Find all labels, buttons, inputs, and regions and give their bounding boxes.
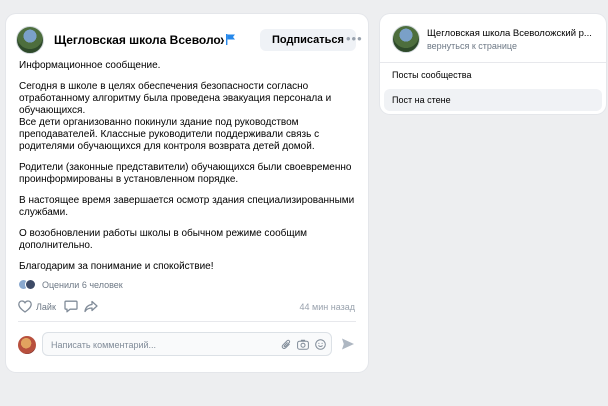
post-paragraph: Все дети организованно покинули здание п… <box>19 117 320 152</box>
post-paragraph: Информационное сообщение. <box>19 60 161 71</box>
sidebar-community-title[interactable]: Щегловская школа Всеволожский р... <box>427 28 593 39</box>
post-paragraph: Родители (законные представители) обучаю… <box>19 162 352 185</box>
post-paragraph: Благодарим за понимание и спокойствие! <box>19 261 214 272</box>
post-text: Информационное сообщение. Сегодня в школ… <box>19 60 359 282</box>
camera-icon[interactable] <box>297 339 309 350</box>
post-card: Щегловская школа Всеволожский рай Подпис… <box>6 14 368 372</box>
share-icon[interactable] <box>84 300 98 313</box>
comment-box[interactable] <box>42 332 332 356</box>
send-icon[interactable] <box>341 337 355 351</box>
post-paragraph: О возобновлении работы школы в обычном р… <box>19 228 308 251</box>
post-actions: Лайк 44 мин назад <box>18 299 356 315</box>
reactor-avatar <box>25 279 36 290</box>
comment-icon[interactable] <box>64 300 78 313</box>
reactions-count[interactable]: Оценили 6 человек <box>42 280 123 290</box>
user-avatar <box>18 336 36 354</box>
subscribe-button[interactable]: Подписаться <box>260 29 356 51</box>
smile-icon[interactable] <box>315 339 326 350</box>
divider <box>18 321 356 322</box>
divider <box>380 62 606 63</box>
sidebar-item-label: Посты сообщества <box>392 70 472 80</box>
clip-icon[interactable] <box>281 339 292 350</box>
post-author[interactable]: Щегловская школа Всеволожский рай <box>54 33 224 47</box>
sidebar-item-wall-post[interactable]: Пост на стене <box>384 89 602 111</box>
post-paragraph: Сегодня в школе в целях обеспечения безо… <box>19 81 332 116</box>
like-label[interactable]: Лайк <box>36 302 56 312</box>
community-avatar[interactable] <box>392 25 420 53</box>
flag-icon <box>226 34 235 45</box>
like-icon[interactable] <box>18 300 32 313</box>
post-header: Щегловская школа Всеволожский рай Подпис… <box>16 26 362 54</box>
post-paragraph: В настоящее время завершается осмотр зда… <box>19 195 355 218</box>
community-avatar[interactable] <box>16 26 44 54</box>
post-time[interactable]: 44 мин назад <box>300 302 355 312</box>
more-icon[interactable]: ••• <box>346 31 363 46</box>
sidebar-card: Щегловская школа Всеволожский р... верну… <box>380 14 606 114</box>
sidebar-item-label: Пост на стене <box>392 95 451 105</box>
sidebar-item-community-posts[interactable]: Посты сообщества <box>384 64 602 86</box>
comment-input[interactable] <box>51 338 251 351</box>
back-to-page-link[interactable]: вернуться к странице <box>427 41 517 51</box>
